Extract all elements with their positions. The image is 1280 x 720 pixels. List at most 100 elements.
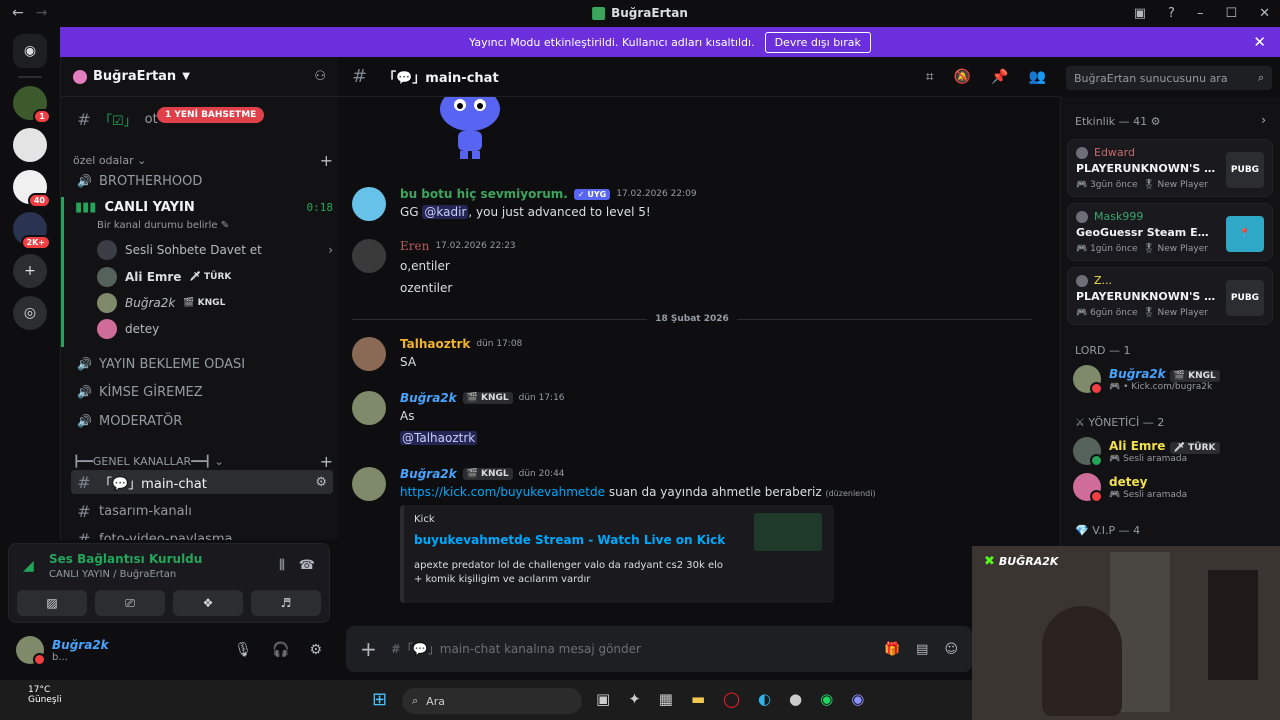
spotify-icon[interactable]: ◉	[820, 690, 833, 708]
file-explorer-icon[interactable]: ▬	[691, 690, 705, 708]
member-list-icon[interactable]: 👥	[1029, 69, 1046, 85]
maximize-button[interactable]: ☐	[1225, 6, 1237, 21]
voice-channel[interactable]: 🔊 YAYIN BEKLEME ODASI	[71, 352, 333, 376]
close-icon[interactable]: ✕	[1253, 33, 1266, 51]
disable-streamer-mode-button[interactable]: Devre dışı bırak	[764, 31, 871, 53]
text-channel-main-chat[interactable]: # 「💬」main-chat ⚙	[71, 470, 333, 494]
attach-plus-icon[interactable]: +	[360, 637, 377, 661]
edge-icon[interactable]: ◐	[758, 690, 771, 708]
headphones-icon[interactable]: 🎧	[272, 642, 289, 658]
channel-settings-icon[interactable]: ⚙	[315, 475, 327, 490]
back-arrow-icon[interactable]: ←	[12, 5, 24, 21]
teams-icon[interactable]: ✦	[628, 690, 641, 708]
text-channel[interactable]: # tasarım-kanalı	[71, 499, 333, 523]
disconnect-icon[interactable]: ☎	[299, 558, 315, 573]
chevron-right-icon[interactable]: ›	[1261, 113, 1266, 127]
user-mention[interactable]: @Talhaoztrk	[400, 431, 478, 445]
pinned-messages-icon[interactable]: 📌	[991, 69, 1008, 85]
add-channel-icon[interactable]: +	[320, 151, 333, 170]
user-mention[interactable]: @kadir	[422, 205, 469, 219]
inbox-icon[interactable]: ▣	[1134, 6, 1146, 21]
weather-widget[interactable]: 17°C Güneşli	[28, 685, 62, 705]
minimize-button[interactable]: –	[1197, 6, 1204, 21]
author-name[interactable]: Buğra2k	[400, 467, 457, 481]
message-header: Buğra2k 🎬 KNGL dün 17:16	[400, 391, 565, 405]
invite-people-icon[interactable]: ⚇	[314, 69, 326, 84]
discord-icon[interactable]: ◉	[851, 690, 864, 708]
activity-card[interactable]: Edward PLAYERUNKNOWN'S BATT... 🎮 3gün ön…	[1067, 139, 1273, 197]
windows-start-icon[interactable]: ⊞	[372, 689, 387, 710]
activities-button[interactable]: ❖	[173, 590, 243, 616]
text-channel[interactable]: # foto-video-paylaşma	[71, 527, 333, 541]
user-info[interactable]: Buğra2k b...	[52, 638, 109, 663]
search-input[interactable]: BuğraErtan sunucusunu ara ⌕	[1066, 66, 1272, 90]
voice-channel-brotherhood[interactable]: 🔊 BROTHERHOOD	[71, 169, 333, 193]
add-server-icon[interactable]: +	[13, 254, 47, 288]
avatar[interactable]	[352, 391, 386, 425]
microphone-icon[interactable]: 🎙	[234, 642, 252, 658]
category-general[interactable]: ┣━━GENEL KANALLAR━━┫ ⌄ +	[73, 452, 333, 471]
avatar[interactable]	[352, 187, 386, 221]
sticker-icon[interactable]: ☺	[944, 642, 958, 657]
help-icon[interactable]: ?	[1168, 6, 1175, 21]
voice-user[interactable]: detey	[97, 317, 333, 341]
channel-status[interactable]: Bir kanal durumu belirle ✎	[97, 220, 229, 231]
discord-home-icon[interactable]: ◉	[13, 34, 47, 68]
embed-title[interactable]: buyukevahmetde Stream - Watch Live on Ki…	[414, 533, 725, 547]
invite-to-voice[interactable]: Sesli Sohbete Davet et ›	[97, 238, 333, 262]
task-view-icon[interactable]: ▣	[596, 690, 610, 708]
activity-header[interactable]: Etkinlik — 41 ⚙	[1075, 115, 1161, 128]
forward-arrow-icon[interactable]: →	[36, 5, 48, 21]
category-private[interactable]: özel odalar ⌄ +	[73, 151, 333, 170]
timestamp: 17.02.2026 22:23	[435, 241, 516, 251]
author-name[interactable]: Buğra2k	[400, 391, 457, 405]
threads-icon[interactable]: ⌗	[926, 69, 934, 85]
obs-icon[interactable]: ●	[789, 690, 802, 708]
camera-off-button[interactable]: ▨	[17, 590, 87, 616]
close-window-button[interactable]: ✕	[1259, 6, 1270, 21]
voice-status[interactable]: Ses Bağlantısı Kuruldu	[49, 552, 202, 566]
guild-header[interactable]: BuğraErtan ▼ ⚇	[61, 57, 338, 97]
gif-icon[interactable]: ▤	[916, 642, 928, 657]
embed-thumbnail[interactable]	[754, 513, 822, 551]
server-folder[interactable]: 2K+	[13, 212, 51, 250]
voice-channel-live[interactable]: ▮▮▮ CANLI YAYIN 0:18	[75, 200, 333, 215]
screen-share-button[interactable]: ⎚	[95, 590, 165, 616]
noise-suppression-icon[interactable]: ⫼	[279, 558, 285, 573]
voice-channel[interactable]: 🔊 KİMSE GİREMEZ	[71, 380, 333, 404]
store-icon[interactable]: ▦	[659, 690, 673, 708]
avatar[interactable]	[352, 337, 386, 371]
author-name[interactable]: bu botu hiç sevmiyorum.	[400, 187, 568, 201]
discover-icon[interactable]: ◎	[13, 296, 47, 330]
member-row[interactable]: Buğra2k 🎬 KNGL 🎮 • Kick.com/bugra2k	[1073, 363, 1273, 395]
gift-icon[interactable]: 🎁	[884, 642, 900, 657]
signal-icon[interactable]: ◢	[23, 558, 34, 574]
add-channel-icon[interactable]: +	[320, 452, 333, 471]
chevron-right-icon: ›	[328, 243, 333, 257]
author-name[interactable]: Eren	[400, 239, 429, 253]
voice-channel[interactable]: 🔊 MODERATÖR	[71, 409, 333, 433]
message-input[interactable]	[390, 642, 870, 656]
activity-card[interactable]: Mask999 GeoGuessr Steam Edition 🎮 1gün ö…	[1067, 203, 1273, 261]
voice-user[interactable]: Buğra2k 🎬 KNGL	[97, 291, 333, 315]
notification-bell-icon[interactable]: 🔕	[954, 69, 971, 85]
author-name[interactable]: Talhaoztrk	[400, 337, 470, 351]
settings-gear-icon[interactable]: ⚙	[309, 642, 322, 658]
member-row[interactable]: Ali Emre 🗡 TÜRK 🎮 Sesli aramada	[1073, 435, 1273, 467]
activity-card[interactable]: Z... PLAYERUNKNOWN'S BATT... 🎮 6gün önce…	[1067, 267, 1273, 325]
new-mention-pill[interactable]: 1 YENİ BAHSETME	[157, 107, 265, 123]
embed-provider[interactable]: Kick	[414, 514, 435, 525]
taskbar-search[interactable]: ⌕ Ara	[402, 688, 582, 714]
message-link[interactable]: https://kick.com/buyukevahmetde	[400, 485, 605, 499]
server-icon-2[interactable]	[13, 128, 47, 162]
voice-location[interactable]: CANLI YAYIN / BuğraErtan	[49, 569, 176, 580]
voice-user[interactable]: Ali Emre 🗡 TÜRK	[97, 265, 333, 289]
soundboard-button[interactable]: ♬	[251, 590, 321, 616]
avatar[interactable]	[352, 239, 386, 273]
avatar[interactable]	[16, 636, 46, 666]
opera-icon[interactable]: ◯	[723, 690, 740, 708]
avatar[interactable]	[352, 467, 386, 501]
member-row[interactable]: detey 🎮 Sesli aramada	[1073, 471, 1273, 503]
server-icon-1[interactable]: 1	[13, 86, 51, 124]
server-icon-3[interactable]: 40	[13, 170, 51, 208]
